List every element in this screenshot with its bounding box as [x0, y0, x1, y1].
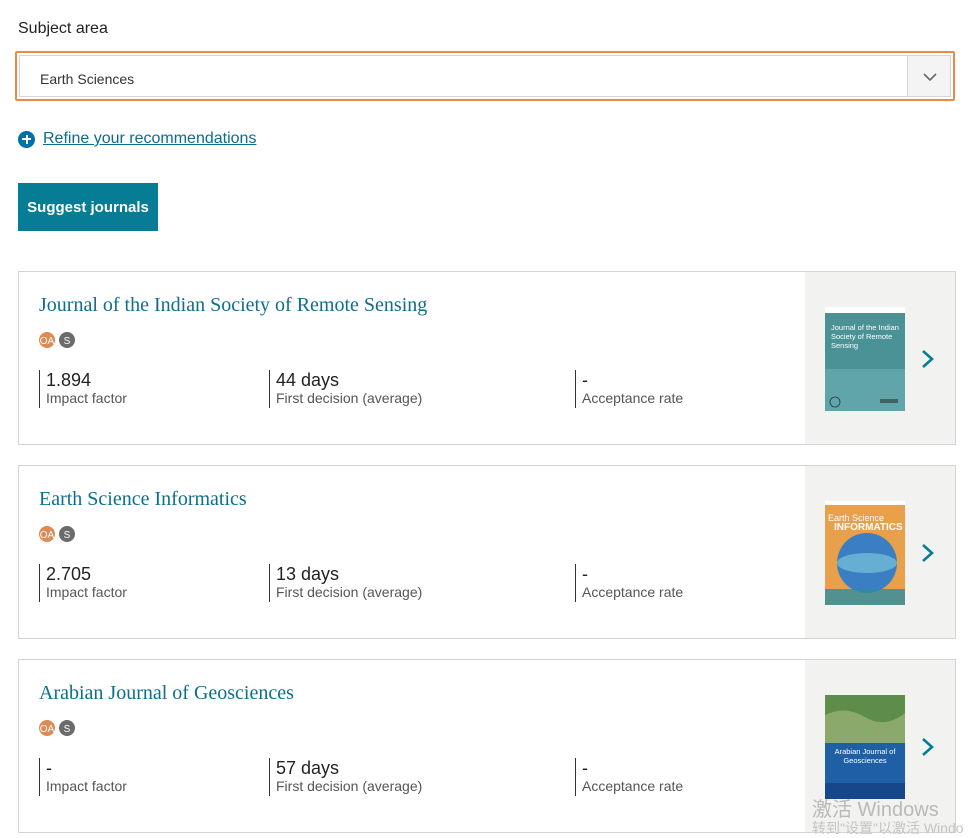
- subscription-badge: S: [59, 720, 75, 736]
- journal-title[interactable]: Journal of the Indian Society of Remote …: [39, 294, 427, 317]
- first-decision-value: 13 days: [276, 564, 340, 584]
- windows-activation-hint: 转到"设置"以激活 Windo: [812, 820, 964, 836]
- impact-factor-metric: - Impact factor: [39, 758, 127, 796]
- cover-panel[interactable]: Earth Science INFORMATICS: [805, 466, 955, 638]
- chevron-right-icon[interactable]: [920, 348, 936, 370]
- cover-panel[interactable]: Journal of the Indian Society of Remote …: [805, 272, 955, 444]
- subject-area-label: Subject area: [18, 20, 108, 37]
- chevron-down-icon: [923, 73, 937, 82]
- first-decision-metric: 57 days First decision (average): [269, 758, 422, 796]
- select-toggle[interactable]: [907, 55, 951, 97]
- acceptance-rate-value: -: [582, 564, 588, 584]
- badges: OA S: [39, 332, 79, 348]
- journal-cover-image: Journal of the Indian Society of Remote …: [825, 307, 905, 411]
- journal-title[interactable]: Earth Science Informatics: [39, 488, 247, 511]
- chevron-right-icon[interactable]: [920, 736, 936, 758]
- first-decision-label: First decision (average): [276, 778, 423, 794]
- first-decision-value: 44 days: [276, 370, 340, 390]
- subject-area-select[interactable]: Earth Sciences: [15, 51, 955, 101]
- first-decision-metric: 44 days First decision (average): [269, 370, 422, 408]
- journal-card[interactable]: Journal of the Indian Society of Remote …: [18, 271, 956, 445]
- first-decision-metric: 13 days First decision (average): [269, 564, 422, 602]
- journal-cover-image: Earth Science INFORMATICS: [825, 501, 905, 605]
- impact-factor-metric: 1.894 Impact factor: [39, 370, 127, 408]
- first-decision-label: First decision (average): [276, 390, 423, 406]
- open-access-badge: OA: [39, 720, 55, 736]
- acceptance-rate-value: -: [582, 370, 588, 390]
- impact-factor-value: 2.705: [46, 564, 92, 584]
- select-value-area[interactable]: Earth Sciences: [19, 55, 909, 97]
- impact-factor-label: Impact factor: [46, 584, 127, 600]
- impact-factor-value: 1.894: [46, 370, 92, 390]
- plus-circle-icon: [18, 130, 35, 148]
- cover-title: Journal of the Indian Society of Remote …: [831, 323, 899, 350]
- cover-title: Arabian Journal of Geosciences: [834, 747, 896, 765]
- first-decision-value: 57 days: [276, 758, 340, 778]
- acceptance-rate-label: Acceptance rate: [582, 584, 684, 600]
- open-access-badge: OA: [39, 332, 55, 348]
- acceptance-rate-metric: - Acceptance rate: [575, 758, 683, 796]
- acceptance-rate-value: -: [582, 758, 588, 778]
- open-access-badge: OA: [39, 526, 55, 542]
- refine-recommendations[interactable]: Refine your recommendations: [18, 130, 256, 148]
- suggest-journals-button[interactable]: Suggest journals: [18, 183, 158, 231]
- acceptance-rate-label: Acceptance rate: [582, 390, 684, 406]
- impact-factor-label: Impact factor: [46, 390, 127, 406]
- first-decision-label: First decision (average): [276, 584, 423, 600]
- subscription-badge: S: [59, 332, 75, 348]
- acceptance-rate-metric: - Acceptance rate: [575, 370, 683, 408]
- cover-title-line2: INFORMATICS: [834, 522, 903, 533]
- impact-factor-label: Impact factor: [46, 778, 127, 794]
- journal-cover-image: Arabian Journal of Geosciences: [825, 695, 905, 799]
- badges: OA S: [39, 720, 79, 736]
- chevron-right-icon[interactable]: [920, 542, 936, 564]
- impact-factor-metric: 2.705 Impact factor: [39, 564, 127, 602]
- badges: OA S: [39, 526, 79, 542]
- journal-title[interactable]: Arabian Journal of Geosciences: [39, 682, 294, 705]
- refine-link[interactable]: Refine your recommendations: [43, 130, 256, 148]
- subscription-badge: S: [59, 526, 75, 542]
- journal-card[interactable]: Earth Science Informatics OA S 2.705 Imp…: [18, 465, 956, 639]
- acceptance-rate-metric: - Acceptance rate: [575, 564, 683, 602]
- select-value: Earth Sciences: [40, 71, 135, 87]
- acceptance-rate-label: Acceptance rate: [582, 778, 684, 794]
- impact-factor-value: -: [46, 758, 52, 778]
